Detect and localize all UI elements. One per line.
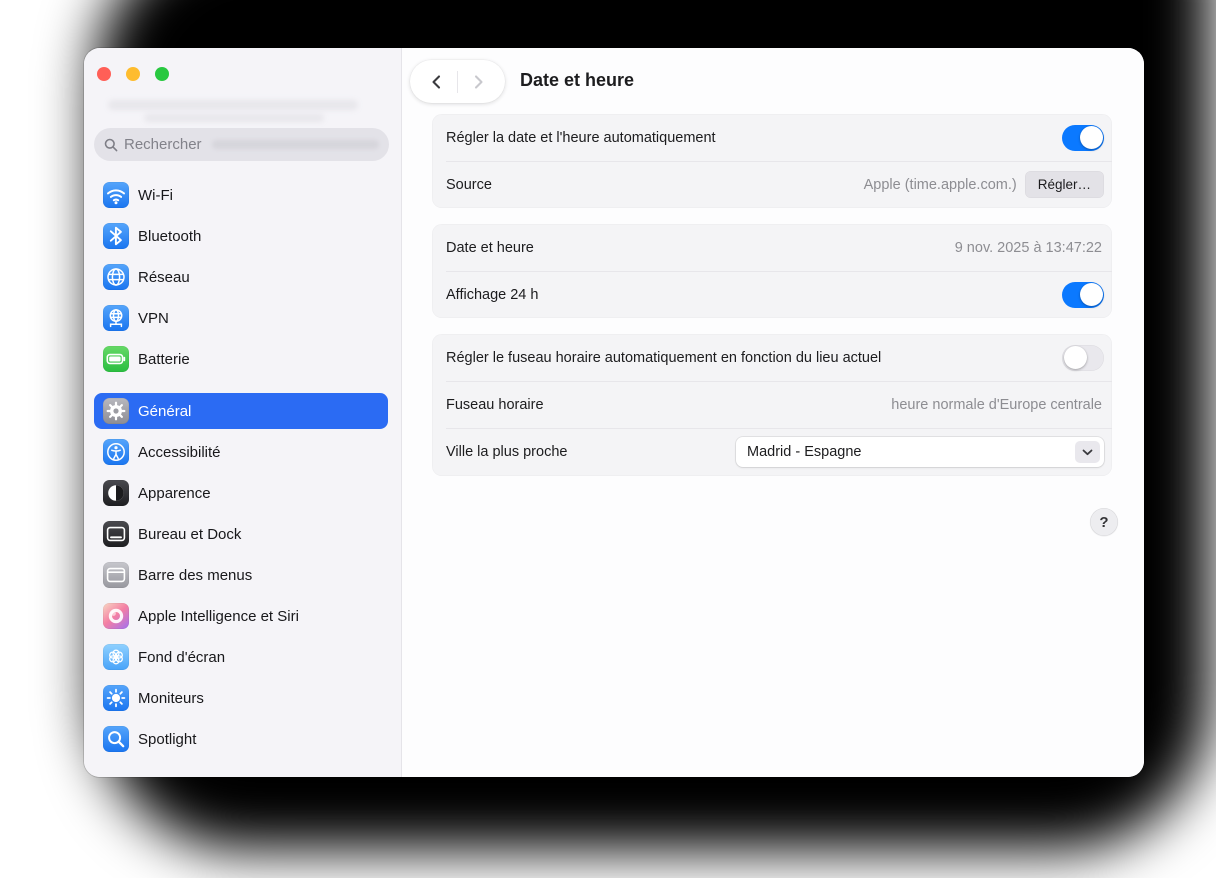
toggle-knob — [1063, 346, 1087, 369]
sidebar-item-label: Apple Intelligence et Siri — [138, 607, 299, 625]
row-label: Ville la plus proche — [446, 444, 568, 460]
toggle-regler-la-date-et-l-heure-automatiquement[interactable] — [1062, 124, 1104, 151]
row-label: Affichage 24 h — [446, 286, 539, 303]
sidebar-item-accessibilite[interactable]: Accessibilité — [94, 434, 388, 470]
sidebar-item-general[interactable]: Général — [94, 393, 388, 429]
search-placeholder: Rechercher — [124, 136, 202, 153]
sidebar-item-label: VPN — [138, 309, 169, 327]
sidebar-item-label: Apparence — [138, 484, 211, 502]
brightness-sun-icon — [103, 685, 129, 711]
chevron-right-icon — [474, 74, 483, 89]
row-label: Date et heure — [446, 239, 534, 256]
battery-icon — [103, 346, 129, 372]
settings-pane: Date et heure Régler la date et l'heure … — [402, 48, 1144, 777]
globe-icon — [103, 264, 129, 290]
gear-icon — [103, 398, 129, 424]
desktop-background: Rechercher Wi-Fi Bluetooth Réseau VPN Batter… — [0, 0, 1216, 878]
sidebar-item-label: Bureau et Dock — [138, 525, 242, 543]
sidebar-item-label: Bluetooth — [138, 227, 202, 245]
background-blur-artifact — [144, 114, 324, 122]
row-label: Fuseau horaire — [446, 396, 544, 413]
settings-row-ville-la-plus-proche: Ville la plus proche Madrid - Espagne — [432, 428, 1112, 476]
chevron-left-icon — [432, 74, 441, 89]
forward-button[interactable] — [458, 60, 498, 103]
wifi-icon — [103, 182, 129, 208]
sidebar-item-wi-fi[interactable]: Wi-Fi — [94, 177, 388, 213]
zoom-window-button[interactable] — [155, 67, 169, 81]
wallpaper-flower-icon — [103, 644, 129, 670]
minimize-window-button[interactable] — [126, 67, 140, 81]
row-label: Régler le fuseau horaire automatiquement… — [446, 349, 882, 366]
selected-option-label: Madrid - Espagne — [747, 444, 862, 460]
row-label: Régler la date et l'heure automatiquemen… — [446, 129, 716, 146]
sidebar-item-moniteurs[interactable]: Moniteurs — [94, 680, 388, 716]
desktop-dock-icon — [103, 521, 129, 547]
sidebar: Rechercher Wi-Fi Bluetooth Réseau VPN Batter… — [84, 48, 402, 777]
settings-group: Régler la date et l'heure automatiquemen… — [432, 114, 1112, 208]
system-settings-window: Rechercher Wi-Fi Bluetooth Réseau VPN Batter… — [84, 48, 1144, 777]
sidebar-item-label: Moniteurs — [138, 689, 204, 707]
toggle-regler-le-fuseau-horaire-automatiquement-en-fonction-du-lieu-actuel[interactable] — [1062, 344, 1104, 371]
toggle-affichage-24-h[interactable] — [1062, 281, 1104, 308]
toggle-knob — [1079, 283, 1103, 306]
sidebar-item-label: Spotlight — [138, 730, 197, 748]
row-value: heure normale d'Europe centrale — [891, 396, 1102, 413]
siri-swirl-icon — [103, 603, 129, 629]
sidebar-item-spotlight[interactable]: Spotlight — [94, 721, 388, 757]
window-controls — [97, 67, 169, 81]
sidebar-item-label: Fond d'écran — [138, 648, 226, 666]
accessibility-icon — [103, 439, 129, 465]
select-chevron-button[interactable] — [1075, 441, 1100, 463]
settings-row-date-et-heure: Date et heure 9 nov. 2025 à 13:47:22 — [432, 224, 1112, 271]
vpn-globe-icon — [103, 305, 129, 331]
sidebar-item-barre-des-menus[interactable]: Barre des menus — [94, 557, 388, 593]
navigation-pill — [410, 60, 505, 103]
sidebar-item-vpn[interactable]: VPN — [94, 300, 388, 336]
background-blur-artifact — [211, 140, 379, 149]
menu-bar-icon — [103, 562, 129, 588]
search-input[interactable]: Rechercher — [94, 128, 389, 161]
sidebar-item-label: Barre des menus — [138, 566, 253, 584]
sidebar-item-label: Réseau — [138, 268, 190, 286]
close-window-button[interactable] — [97, 67, 111, 81]
nearest-city-select[interactable]: Madrid - Espagne — [736, 437, 1104, 467]
settings-group: Régler le fuseau horaire automatiquement… — [432, 334, 1112, 476]
sidebar-item-apple-intelligence-et-siri[interactable]: Apple Intelligence et Siri — [94, 598, 388, 634]
settings-groups: Régler la date et l'heure automatiquemen… — [432, 114, 1112, 492]
sidebar-item-label: Général — [138, 402, 192, 420]
sidebar-item-label: Wi-Fi — [138, 186, 173, 204]
help-button[interactable]: ? — [1090, 508, 1118, 536]
sidebar-item-reseau[interactable]: Réseau — [94, 259, 388, 295]
back-button[interactable] — [417, 60, 457, 103]
page-title: Date et heure — [520, 70, 635, 90]
sidebar-item-batterie[interactable]: Batterie — [94, 341, 388, 377]
row-value: Apple (time.apple.com.) — [863, 176, 1017, 193]
bluetooth-icon — [103, 223, 129, 249]
chevron-down-icon — [1082, 449, 1093, 455]
sidebar-nav: Wi-Fi Bluetooth Réseau VPN Batterie Général Ac… — [94, 177, 388, 762]
sidebar-item-fond-d-ecran[interactable]: Fond d'écran — [94, 639, 388, 675]
row-value: 9 nov. 2025 à 13:47:22 — [954, 239, 1102, 256]
settings-row-affichage-24-h: Affichage 24 h — [432, 271, 1112, 318]
magnifier-icon — [103, 726, 129, 752]
sidebar-item-apparence[interactable]: Apparence — [94, 475, 388, 511]
background-blur-artifact — [108, 100, 358, 110]
sidebar-item-bluetooth[interactable]: Bluetooth — [94, 218, 388, 254]
settings-row-source: Source Apple (time.apple.com.) Régler… — [432, 161, 1112, 208]
settings-row-regler-la-date-et-l-heure-automatiquement: Régler la date et l'heure automatiquemen… — [432, 114, 1112, 161]
row-label: Source — [446, 176, 492, 193]
appearance-contrast-icon — [103, 480, 129, 506]
regler-button[interactable]: Régler… — [1024, 171, 1104, 198]
sidebar-item-bureau-et-dock[interactable]: Bureau et Dock — [94, 516, 388, 552]
sidebar-item-label: Accessibilité — [138, 443, 221, 461]
settings-row-fuseau-horaire: Fuseau horaire heure normale d'Europe cen… — [432, 381, 1112, 428]
settings-group: Date et heure 9 nov. 2025 à 13:47:22 Affic… — [432, 224, 1112, 318]
search-icon — [104, 138, 118, 151]
toggle-knob — [1079, 126, 1103, 149]
settings-row-regler-le-fuseau-horaire-automatiquement-en-fonction-du-lieu-actuel: Régler le fuseau horaire automatiquement… — [432, 334, 1112, 381]
sidebar-item-label: Batterie — [138, 350, 190, 368]
